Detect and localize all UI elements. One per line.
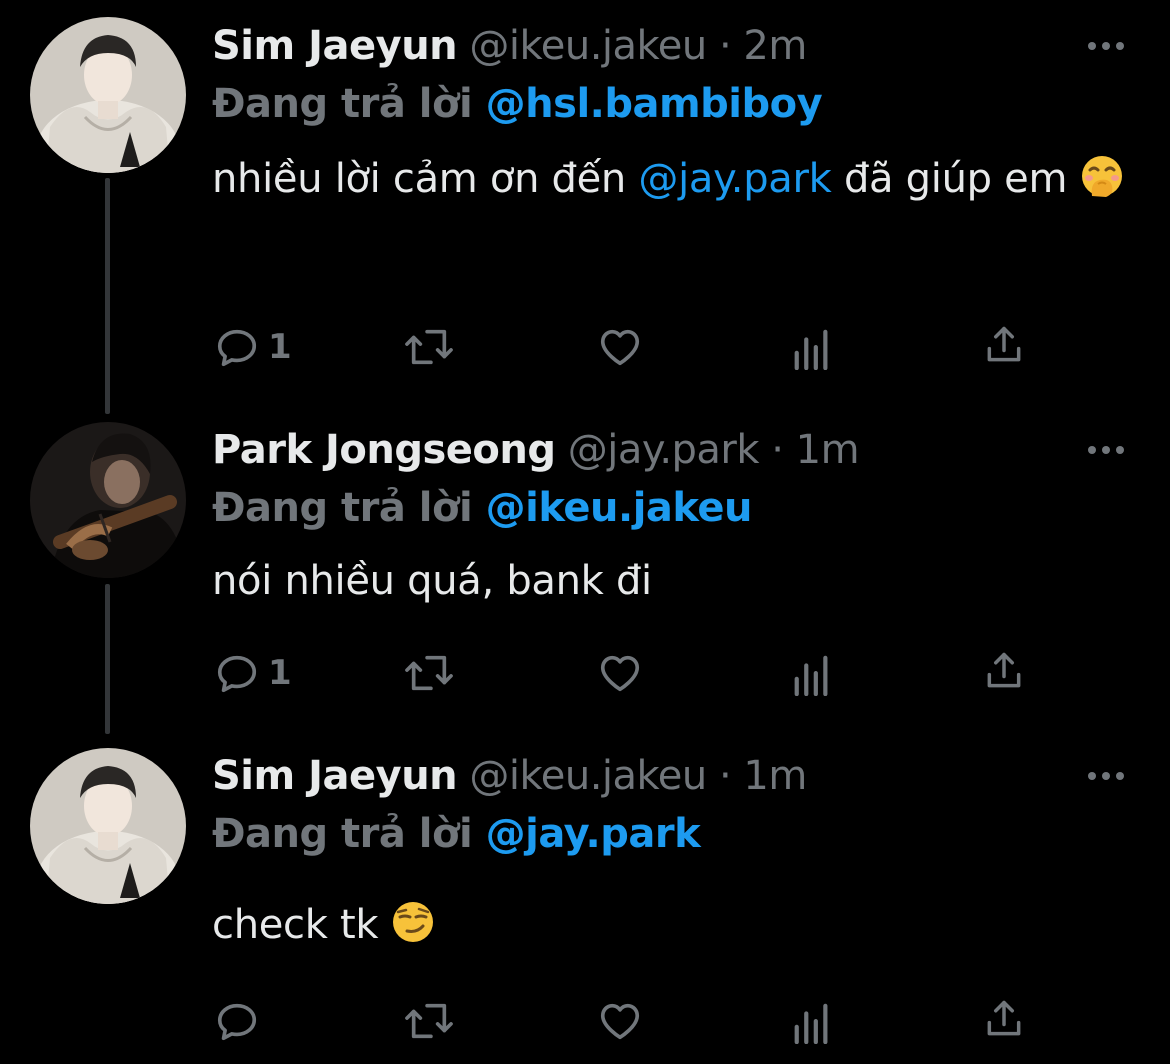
like-icon — [600, 329, 640, 366]
replying-to-mention[interactable]: @jay.park — [486, 811, 701, 857]
author-name[interactable]: Sim Jaeyun — [212, 23, 458, 69]
like-icon — [600, 655, 640, 692]
reply-count: 1 — [268, 327, 292, 367]
tweet-mention[interactable]: @jay.park — [638, 156, 831, 202]
author-name[interactable]: Park Jongseong — [212, 427, 556, 473]
avatar[interactable] — [30, 17, 186, 173]
replying-to-label: Đang trả lời — [212, 485, 473, 531]
reply-button[interactable] — [214, 996, 268, 1046]
retweet-icon — [405, 655, 453, 691]
replying-to: Đang trả lời @ikeu.jakeu — [212, 480, 753, 536]
tweet-text-part: check tk — [212, 902, 379, 948]
views-button[interactable] — [792, 650, 832, 700]
author-meta: @ikeu.jakeu · 1m — [469, 753, 807, 799]
thread-connector — [105, 178, 110, 414]
retweet-icon — [405, 329, 453, 365]
reply-icon — [217, 1003, 257, 1041]
avatar[interactable] — [30, 748, 186, 904]
share-button[interactable] — [982, 994, 1026, 1044]
reply-button[interactable]: 1 — [214, 648, 292, 698]
tweet-text: check tk — [212, 890, 1142, 960]
more-icon[interactable] — [1084, 438, 1128, 462]
replying-to: Đang trả lời @jay.park — [212, 806, 701, 862]
replying-to-mention[interactable]: @hsl.bambiboy — [486, 81, 823, 127]
smirking-face-emoji — [392, 902, 433, 942]
retweet-button[interactable] — [402, 996, 456, 1046]
more-icon[interactable] — [1084, 34, 1128, 58]
replying-to-label: Đang trả lời — [212, 81, 473, 127]
share-button[interactable] — [982, 320, 1026, 370]
share-button[interactable] — [982, 646, 1026, 696]
tweet-text-part: nhiều lời cảm ơn đến — [212, 156, 626, 202]
reply-icon — [217, 329, 257, 367]
tweet-text-part: đã giúp em — [843, 156, 1068, 202]
tweet-header: Park Jongseong @jay.park · 1m — [212, 420, 860, 480]
share-icon — [987, 1000, 1021, 1036]
retweet-button[interactable] — [402, 648, 456, 698]
more-icon[interactable] — [1084, 764, 1128, 788]
views-button[interactable] — [792, 998, 832, 1048]
replying-to-mention[interactable]: @ikeu.jakeu — [486, 485, 753, 531]
like-icon — [600, 1003, 640, 1040]
share-icon — [987, 326, 1021, 362]
views-icon — [794, 329, 828, 370]
author-name[interactable]: Sim Jaeyun — [212, 753, 458, 799]
thread-connector — [105, 584, 110, 734]
like-button[interactable] — [596, 322, 644, 372]
retweet-icon — [405, 1003, 453, 1039]
views-icon — [794, 655, 828, 696]
tweet-header: Sim Jaeyun @ikeu.jakeu · 1m — [212, 746, 807, 806]
face-with-hand-over-mouth-emoji — [1081, 156, 1122, 197]
views-button[interactable] — [792, 324, 832, 374]
author-meta: @jay.park · 1m — [567, 427, 860, 473]
tweet-text: nói nhiều quá, bank đi — [212, 558, 652, 604]
tweet-text: nhiều lời cảm ơn đến @jay.park đã giúp e… — [212, 144, 1142, 214]
like-button[interactable] — [596, 996, 644, 1046]
like-button[interactable] — [596, 648, 644, 698]
retweet-button[interactable] — [402, 322, 456, 372]
share-icon — [987, 652, 1021, 688]
avatar[interactable] — [30, 422, 186, 578]
reply-icon — [217, 655, 257, 693]
replying-to-label: Đang trả lời — [212, 811, 473, 857]
reply-count: 1 — [268, 653, 292, 693]
replying-to: Đang trả lời @hsl.bambiboy — [212, 76, 823, 132]
views-icon — [794, 1003, 828, 1044]
reply-button[interactable]: 1 — [214, 322, 292, 372]
tweet-header: Sim Jaeyun @ikeu.jakeu · 2m — [212, 16, 807, 76]
author-meta: @ikeu.jakeu · 2m — [469, 23, 807, 69]
